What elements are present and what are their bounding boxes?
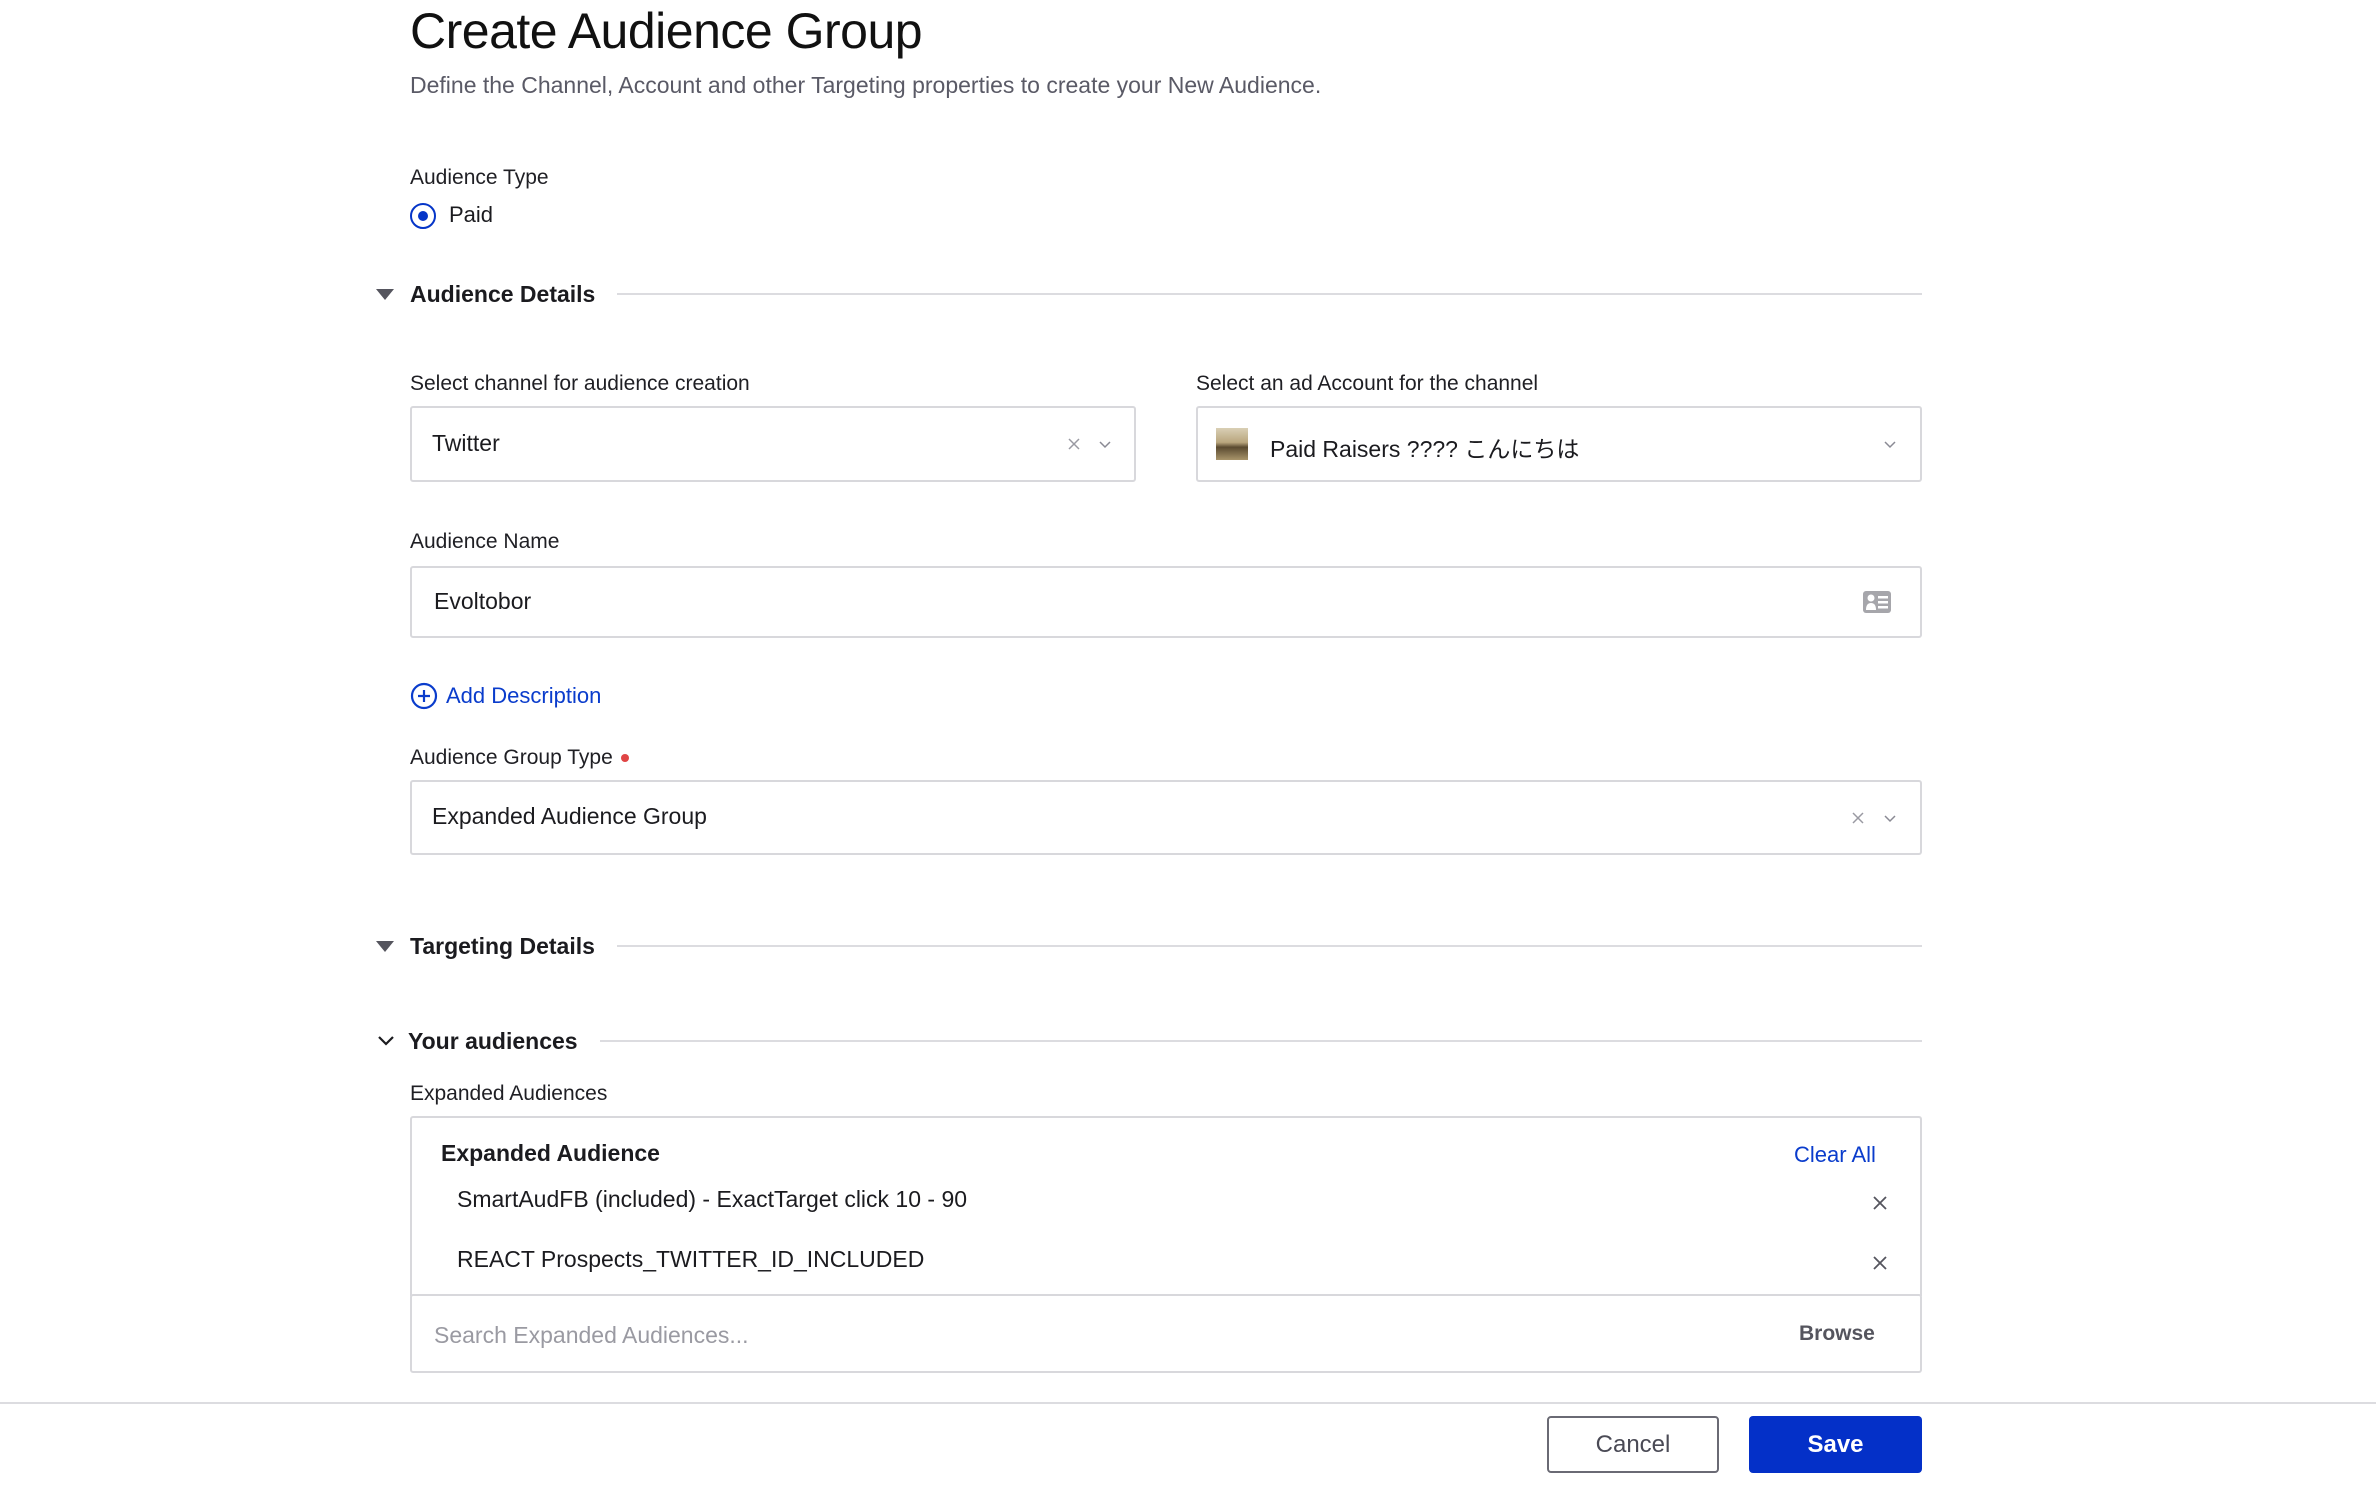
audience-details-title: Audience Details [410, 280, 596, 307]
group-type-label-wrap: Audience Group Type [410, 746, 629, 770]
required-indicator [620, 754, 629, 762]
chevron-down-icon[interactable] [1097, 436, 1113, 452]
clear-icon[interactable] [1850, 810, 1866, 826]
audience-name-label: Audience Name [410, 530, 560, 553]
ad-account-select[interactable]: Paid Raisers ???? こんにちは [1196, 406, 1922, 482]
ad-account-label: Select an ad Account for the channel [1196, 372, 1539, 395]
section-divider [599, 1040, 1922, 1042]
plus-circle-icon [410, 682, 438, 710]
audience-name-input[interactable]: Evoltobor [410, 566, 1922, 638]
channel-value: Twitter [432, 430, 500, 456]
chevron-down-icon[interactable] [1882, 810, 1898, 826]
audience-type-label: Audience Type [410, 166, 549, 189]
account-avatar [1216, 428, 1248, 460]
your-audiences-title: Your audiences [408, 1027, 578, 1054]
caret-down-icon [376, 940, 394, 952]
group-type-select[interactable]: Expanded Audience Group [410, 780, 1922, 855]
caret-down-icon [376, 288, 394, 300]
expanded-audiences-label: Expanded Audiences [410, 1082, 608, 1105]
cancel-button[interactable]: Cancel [1547, 1416, 1719, 1473]
channel-select[interactable]: Twitter [410, 406, 1136, 482]
clear-all-link[interactable]: Clear All [1794, 1142, 1876, 1168]
paid-radio[interactable] [410, 203, 436, 229]
group-type-value: Expanded Audience Group [432, 803, 707, 829]
audience-name-value: Evoltobor [434, 588, 532, 614]
search-placeholder: Search Expanded Audiences... [434, 1322, 749, 1348]
page-title: Create Audience Group [410, 3, 923, 59]
remove-icon[interactable] [1870, 1253, 1890, 1273]
channel-label: Select channel for audience creation [410, 372, 750, 395]
section-divider [617, 293, 1922, 295]
ad-account-value: Paid Raisers ???? こんにちは [1270, 436, 1580, 462]
group-type-label: Audience Group Type [410, 746, 613, 769]
targeting-details-title: Targeting Details [410, 932, 595, 959]
footer-divider [0, 1402, 2376, 1404]
search-expanded-audiences-input[interactable]: Search Expanded Audiences... Browse [410, 1294, 1922, 1373]
targeting-details-section-header[interactable]: Targeting Details [376, 931, 1922, 961]
remove-icon[interactable] [1870, 1193, 1890, 1213]
your-audiences-section-header[interactable]: Your audiences [376, 1026, 1922, 1056]
page-subtitle: Define the Channel, Account and other Ta… [410, 72, 1322, 98]
expanded-audience-title: Expanded Audience [441, 1140, 660, 1166]
save-button[interactable]: Save [1749, 1416, 1922, 1473]
audience-item: REACT Prospects_TWITTER_ID_INCLUDED [457, 1246, 925, 1272]
clear-icon[interactable] [1066, 436, 1082, 452]
browse-button[interactable]: Browse [1799, 1322, 1875, 1346]
section-divider [616, 945, 1922, 947]
add-description-link[interactable]: Add Description [410, 682, 601, 710]
audience-item: SmartAudFB (included) - ExactTarget clic… [457, 1186, 968, 1212]
audience-details-section-header[interactable]: Audience Details [376, 279, 1922, 309]
paid-radio-label[interactable]: Paid [449, 202, 493, 228]
add-description-label: Add Description [446, 683, 602, 708]
chevron-down-icon [378, 1036, 394, 1046]
chevron-down-icon[interactable] [1882, 436, 1898, 452]
contact-card-icon[interactable] [1862, 590, 1892, 614]
